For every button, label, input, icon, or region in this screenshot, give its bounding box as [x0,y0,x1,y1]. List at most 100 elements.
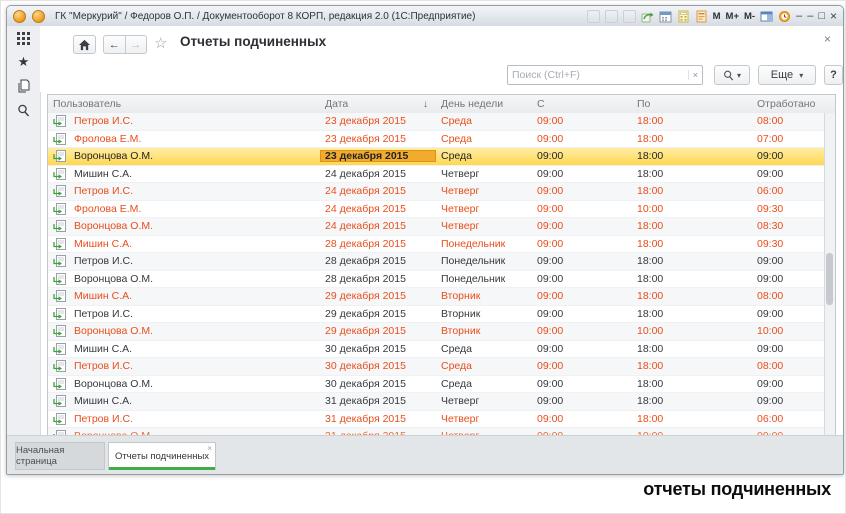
cell-weekday: Вторник [436,308,532,320]
column-header-to[interactable]: По [632,98,752,110]
maximize-icon[interactable]: □ [818,6,825,26]
cell-from: 09:00 [532,395,632,407]
history-icon[interactable] [7,74,40,98]
report-document-icon [53,273,66,285]
table-row[interactable]: Петров И.С. 30 декабря 2015 Среда 09:00 … [48,358,826,376]
table-row[interactable]: Петров И.С. 29 декабря 2015 Вторник 09:0… [48,306,826,324]
page-title: Отчеты подчиненных [180,34,326,49]
search-clear-icon[interactable]: × [688,70,702,80]
report-document-icon [53,395,66,407]
search-options-button[interactable]: ▾ [714,65,750,85]
cell-user: Воронцова О.М. [74,378,153,390]
cell-from: 09:00 [532,168,632,180]
cell-date: 30 декабря 2015 [320,343,436,355]
cell-to: 18:00 [632,290,752,302]
table-row[interactable]: Воронцова О.М. 28 декабря 2015 Понедельн… [48,271,826,289]
report-document-icon [53,290,66,302]
back-button[interactable]: ← [103,35,126,54]
cell-from: 09:00 [532,115,632,127]
more-actions-button[interactable]: Еще ▾ [758,65,816,85]
vertical-scrollbar[interactable] [824,113,835,435]
cell-weekday: Среда [436,343,532,355]
system-menu-button[interactable] [13,10,26,23]
cell-weekday: Вторник [436,325,532,337]
table-row[interactable]: Мишин С.А. 24 декабря 2015 Четверг 09:00… [48,166,826,184]
favorites-icon[interactable]: ★ [7,50,40,74]
cell-worked: 09:00 [752,273,826,285]
table-row[interactable]: Воронцова О.М. 29 декабря 2015 Вторник 0… [48,323,826,341]
cell-weekday: Четверг [436,395,532,407]
chevron-down-icon: ▾ [799,71,803,80]
cell-weekday: Среда [436,360,532,372]
disabled-tool-icon [605,10,618,23]
cell-to: 10:00 [632,203,752,215]
table-row[interactable]: Фролова Е.М. 23 декабря 2015 Среда 09:00… [48,131,826,149]
column-header-from[interactable]: С [532,98,632,110]
system-menu-button-2[interactable] [32,10,45,23]
cell-weekday: Среда [436,115,532,127]
table-row[interactable]: Воронцова О.М. 23 декабря 2015 Среда 09:… [48,148,826,166]
calc-memory-plus-button[interactable]: M+ [726,11,739,22]
cell-worked: 08:00 [752,115,826,127]
send-message-icon[interactable] [641,10,654,23]
report-document-icon [53,325,66,337]
scrollbar-thumb[interactable] [826,253,833,305]
help-button[interactable]: ? [824,65,843,85]
calculator-icon[interactable] [677,10,690,23]
calc-memory-button[interactable]: M [713,11,721,22]
search-icon [723,70,734,81]
cell-weekday: Четверг [436,413,532,425]
tab-subordinate-reports[interactable]: Отчеты подчиненных × [108,442,216,470]
table-row[interactable]: Петров И.С. 23 декабря 2015 Среда 09:00 … [48,113,826,131]
cell-user: Воронцова О.М. [74,220,153,232]
table-row[interactable]: Фролова Е.М. 24 декабря 2015 Четверг 09:… [48,201,826,219]
cell-date: 30 декабря 2015 [320,360,436,372]
cell-user: Фролова Е.М. [74,203,141,215]
table-row[interactable]: Мишин С.А. 29 декабря 2015 Вторник 09:00… [48,288,826,306]
cell-weekday: Четверг [436,203,532,215]
formula-calc-icon[interactable] [695,10,708,23]
calc-memory-minus-button[interactable]: M- [744,11,755,22]
table-row[interactable]: Воронцова О.М. 31 декабря 2015 Четверг 0… [48,428,826,435]
report-document-icon [53,360,66,372]
active-tab-indicator [109,467,215,470]
search-input[interactable] [508,69,688,81]
more-actions-label: Еще [771,69,793,81]
home-button[interactable] [73,35,96,54]
close-window-icon[interactable]: × [830,6,837,26]
tab-home-page[interactable]: Начальная страница [15,442,105,470]
table-body: Петров И.С. 23 декабря 2015 Среда 09:00 … [48,113,826,435]
table-row[interactable]: Мишин С.А. 31 декабря 2015 Четверг 09:00… [48,393,826,411]
table-row[interactable]: Мишин С.А. 30 декабря 2015 Среда 09:00 1… [48,341,826,359]
cell-worked: 09:00 [752,308,826,320]
cell-weekday: Среда [436,133,532,145]
cell-from: 09:00 [532,343,632,355]
table-row[interactable]: Воронцова О.М. 30 декабря 2015 Среда 09:… [48,376,826,394]
cell-user: Петров И.С. [74,308,133,320]
column-header-worked[interactable]: Отработано [752,98,826,110]
calendar-icon[interactable] [659,10,672,23]
cell-date: 30 декабря 2015 [320,378,436,390]
minimize-icon[interactable]: – [807,6,813,26]
table-row[interactable]: Воронцова О.М. 24 декабря 2015 Четверг 0… [48,218,826,236]
column-header-user[interactable]: Пользователь [48,98,320,110]
cell-user: Петров И.С. [74,255,133,267]
table-row[interactable]: Петров И.С. 28 декабря 2015 Понедельник … [48,253,826,271]
add-to-favorites-icon[interactable]: ☆ [154,34,167,52]
window-layout-icon[interactable] [760,10,773,23]
column-header-weekday[interactable]: День недели [436,98,532,110]
forward-button[interactable]: → [126,35,148,54]
window-title: ГК "Меркурий" / Федоров О.П. / Документо… [55,11,475,22]
alarm-clock-icon[interactable] [778,10,791,23]
cell-to: 18:00 [632,220,752,232]
functions-menu-icon[interactable] [7,26,40,50]
close-form-icon[interactable]: × [824,32,831,46]
cell-to: 18:00 [632,273,752,285]
table-row[interactable]: Мишин С.А. 28 декабря 2015 Понедельник 0… [48,236,826,254]
table-row[interactable]: Петров И.С. 24 декабря 2015 Четверг 09:0… [48,183,826,201]
close-tab-icon[interactable]: × [207,444,212,453]
column-header-date[interactable]: Дата ↓ [320,98,436,110]
collapse-window-icon[interactable]: – [796,6,802,26]
table-row[interactable]: Петров И.С. 31 декабря 2015 Четверг 09:0… [48,411,826,429]
search-history-icon[interactable] [7,98,40,122]
